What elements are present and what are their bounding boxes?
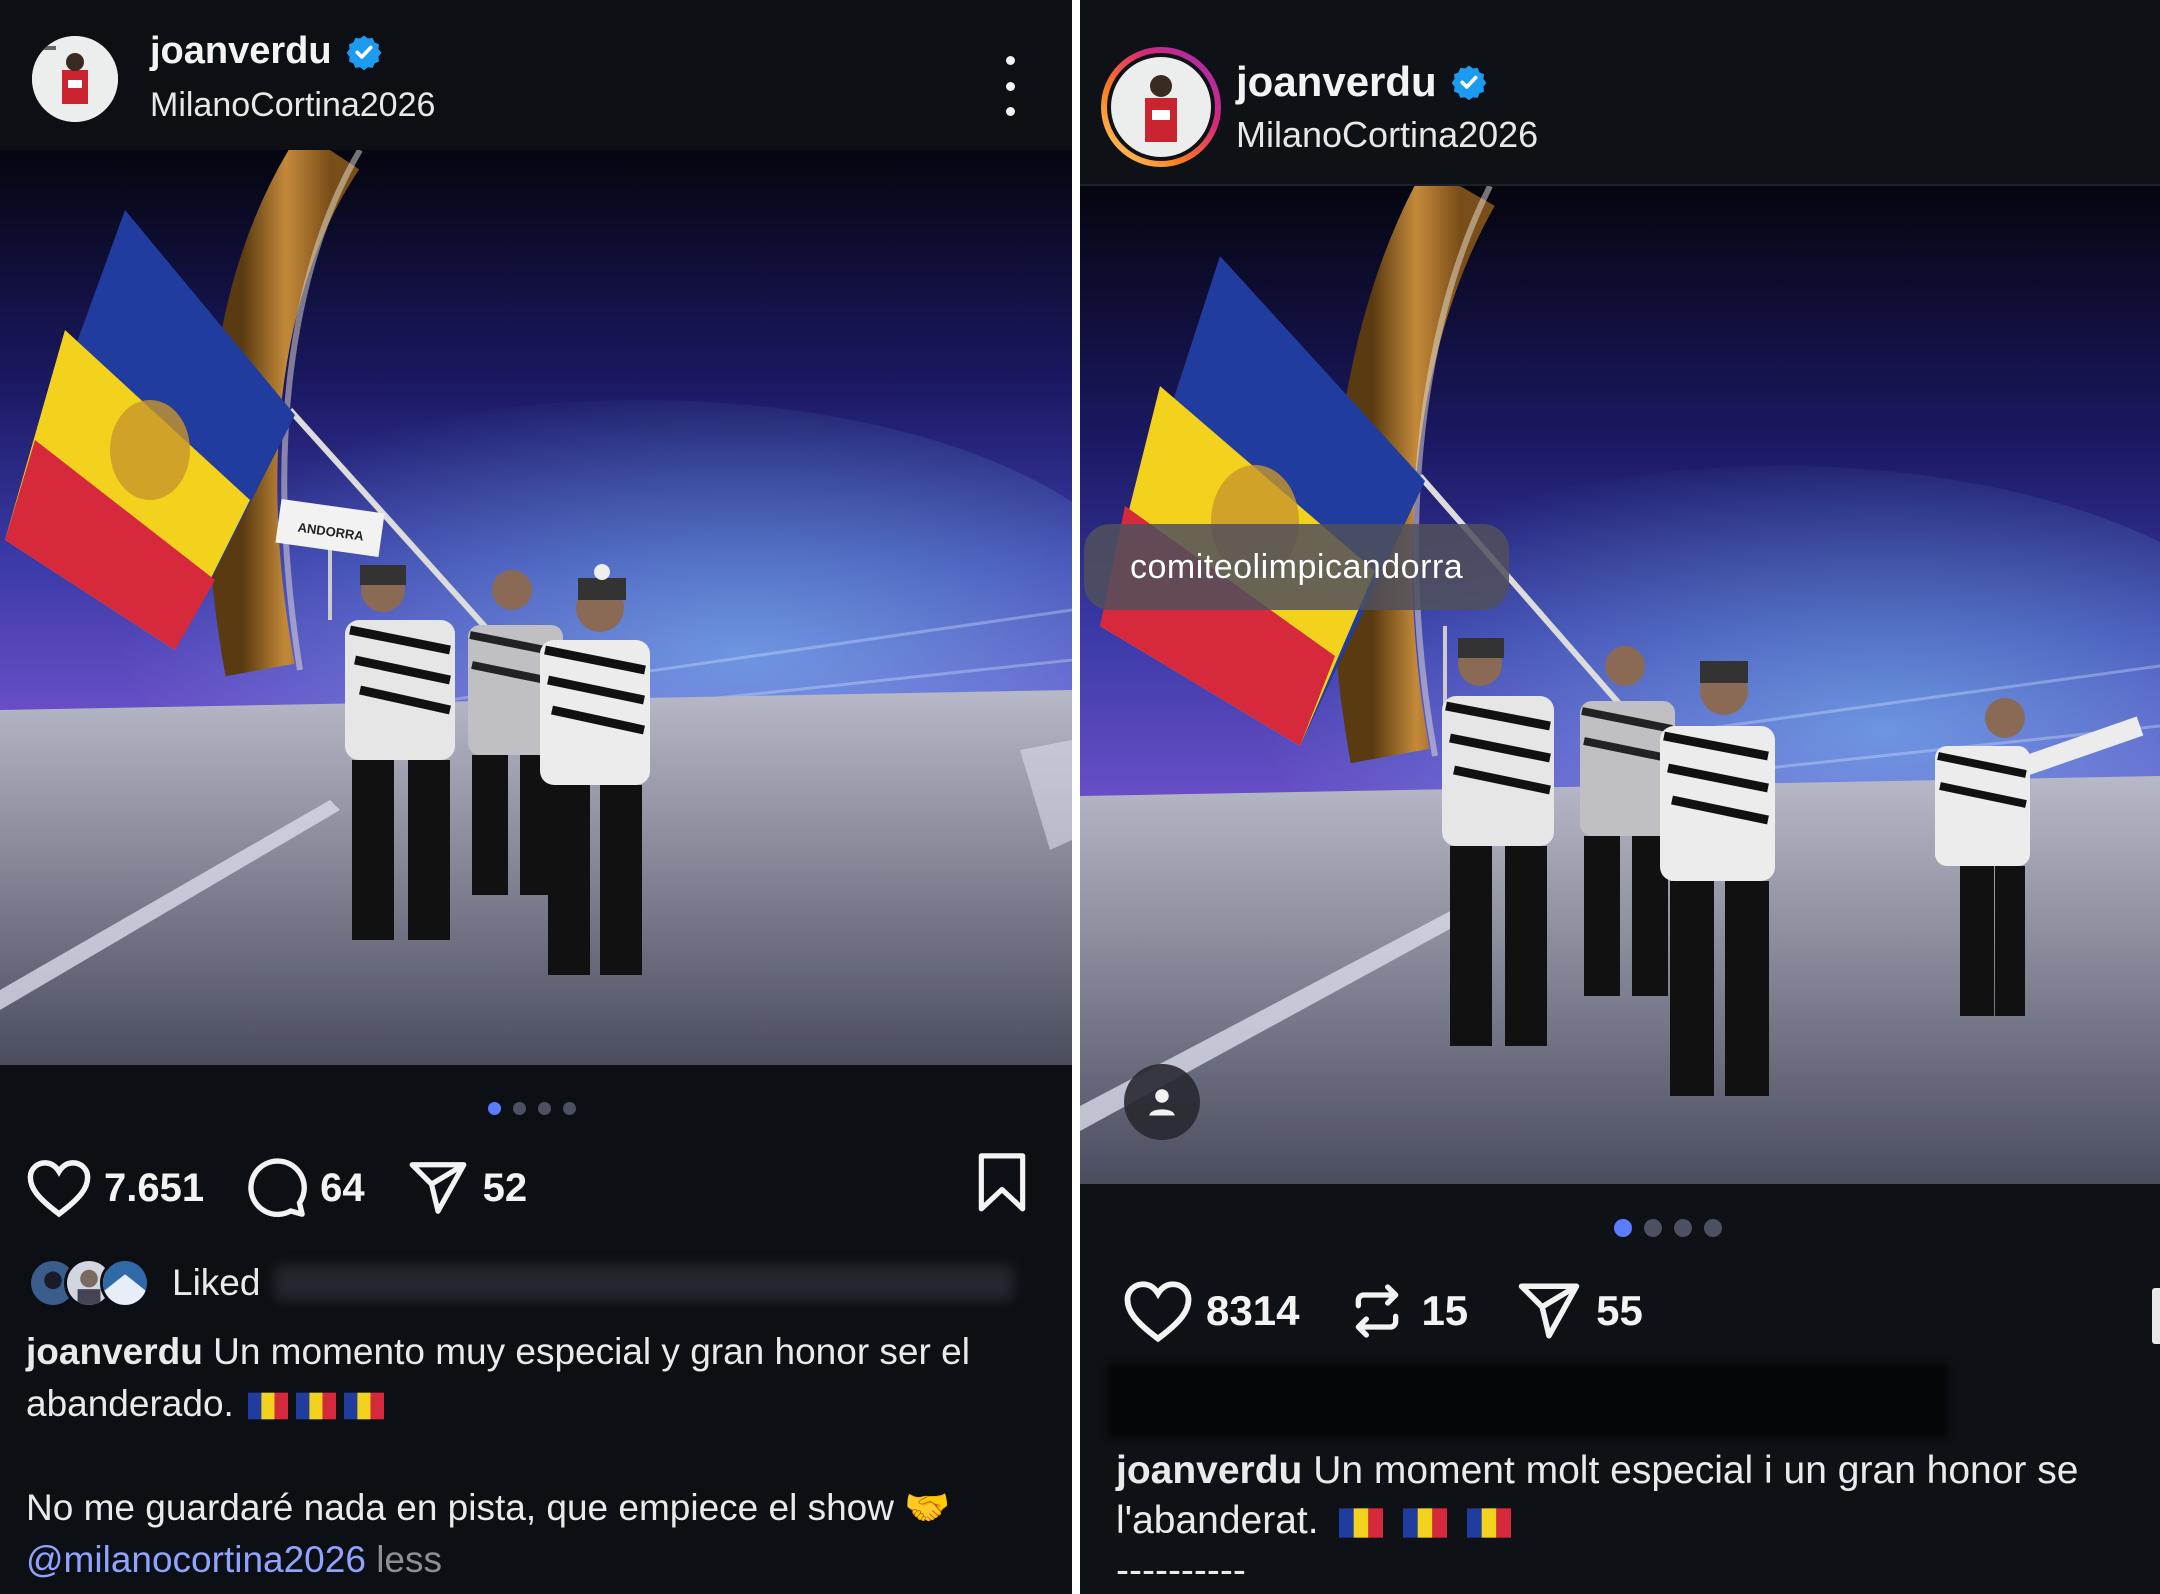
avatar [100, 1258, 150, 1308]
post-location[interactable]: MilanoCortina2026 [1236, 114, 1538, 156]
carousel-indicator [1614, 1219, 1722, 1237]
post-actions: 8314 15 55 [1122, 1278, 1683, 1344]
caption-text: Un moment molt especial i un gran honor … [1313, 1449, 2079, 1492]
username-label[interactable]: joanverdu [150, 30, 332, 73]
verified-badge-icon [346, 35, 382, 70]
share-button[interactable]: 52 [405, 1157, 528, 1219]
repost-button[interactable]: 15 [1345, 1278, 1468, 1344]
redacted-liked-by [1108, 1364, 1948, 1438]
user-tag-icon[interactable] [1124, 1064, 1200, 1140]
heart-icon [1124, 1281, 1192, 1343]
heart-icon [27, 1160, 91, 1218]
post-caption: joanverdu Un moment molt especial i un g… [1116, 1446, 2160, 1594]
less-link[interactable]: less [376, 1539, 442, 1580]
share-count[interactable]: 52 [483, 1166, 528, 1211]
bookmark-icon[interactable] [2152, 1288, 2160, 1344]
right-post-panel: joanverdu MilanoCortina2026 comiteolimpi… [1080, 0, 2160, 1594]
like-count[interactable]: 8314 [1206, 1287, 1299, 1335]
carousel-dot [488, 1102, 501, 1115]
share-button[interactable]: 55 [1514, 1278, 1643, 1344]
carousel-indicator [488, 1102, 576, 1115]
share-icon [1518, 1283, 1580, 1339]
share-count[interactable]: 55 [1596, 1287, 1643, 1335]
photo-tag-bubble[interactable]: comiteolimpicandorra [1084, 524, 1510, 610]
more-icon[interactable] [998, 56, 1022, 116]
comment-count[interactable]: 64 [320, 1166, 365, 1211]
like-button[interactable]: 7.651 [26, 1158, 204, 1218]
repost-count[interactable]: 15 [1421, 1287, 1468, 1335]
andorra-flag-icon [296, 1391, 337, 1421]
photo-tag-label[interactable]: comiteolimpicandorra [1130, 548, 1463, 587]
caption-username[interactable]: joanverdu [1116, 1449, 1302, 1492]
comment-icon [248, 1158, 308, 1218]
share-icon [409, 1162, 467, 1214]
avatar[interactable] [32, 36, 118, 122]
andorra-flag-icon [248, 1391, 289, 1421]
carousel-dot [538, 1102, 551, 1115]
post-username[interactable]: joanverdu [1236, 58, 1487, 106]
post-username[interactable]: joanverdu [150, 30, 382, 73]
repost-icon [1356, 1284, 1399, 1338]
username-label[interactable]: joanverdu [1236, 58, 1437, 106]
comment-button[interactable]: 64 [244, 1156, 365, 1220]
left-post-panel: joanverdu MilanoCortina2026 ANDORRA 7.65… [0, 0, 1072, 1594]
andorra-flag-icon [1403, 1507, 1448, 1539]
liked-label: Liked [172, 1262, 261, 1303]
carousel-dot [1704, 1219, 1722, 1237]
carousel-dot [1644, 1219, 1662, 1237]
carousel-dot [1614, 1219, 1632, 1237]
caption-username[interactable]: joanverdu [26, 1331, 203, 1372]
post-location[interactable]: MilanoCortina2026 [150, 86, 435, 125]
like-button[interactable]: 8314 [1122, 1279, 1299, 1343]
redacted-liked-names [274, 1265, 1015, 1301]
handshake-emoji: 🤝 [904, 1487, 951, 1528]
post-actions: 7.651 64 52 [26, 1156, 567, 1220]
post-photo[interactable]: ANDORRA [0, 150, 1072, 1065]
verified-badge-icon [1451, 65, 1487, 100]
caption-line: No me guardaré nada en pista, que empiec… [26, 1487, 894, 1528]
liked-by-row[interactable]: Liked [28, 1258, 1015, 1308]
caption-line: l'abanderat. [1116, 1499, 1319, 1542]
andorra-flag-icon [344, 1391, 385, 1421]
bookmark-icon[interactable] [974, 1152, 1030, 1214]
avatar-story-ring[interactable] [1100, 46, 1222, 168]
post-photo[interactable] [1080, 186, 2160, 1184]
carousel-dot [513, 1102, 526, 1115]
mention-link[interactable]: @milanocortina2026 [26, 1539, 366, 1580]
carousel-dot [563, 1102, 576, 1115]
andorra-flag-icon [1339, 1507, 1384, 1539]
andorra-flag-icon [1467, 1507, 1512, 1539]
carousel-dot [1674, 1219, 1692, 1237]
like-count[interactable]: 7.651 [104, 1166, 204, 1211]
caption-separator: ---------- [1116, 1549, 1246, 1592]
panel-divider [1072, 0, 1080, 1594]
post-caption: joanverdu Un momento muy especial y gran… [26, 1326, 1056, 1586]
